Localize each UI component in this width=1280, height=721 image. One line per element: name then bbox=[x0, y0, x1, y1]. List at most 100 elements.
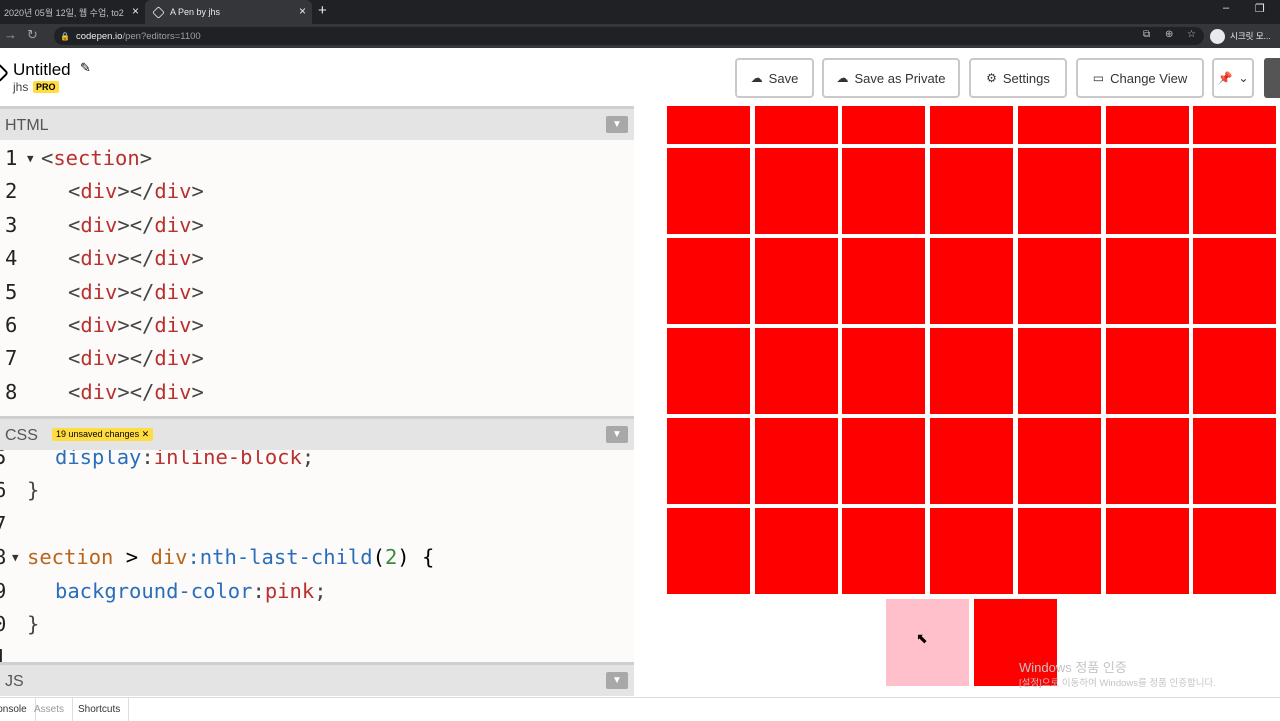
grid-box bbox=[1018, 508, 1101, 594]
address-bar-row: → ↻ 🔒 codepen.io/pen?editors=1100 ⧉ ⊕ ☆ bbox=[0, 24, 1280, 48]
code-text: } bbox=[27, 612, 40, 636]
result-preview[interactable] bbox=[646, 106, 1280, 696]
line-number: 6 bbox=[0, 478, 7, 503]
incognito-icon bbox=[1210, 28, 1225, 44]
css-code-editor[interactable]: 5 display:inline-block; 6} 7 8 ▼ section > div… bbox=[0, 450, 634, 662]
grid-box bbox=[667, 106, 750, 144]
url-path: /pen?editors=1100 bbox=[122, 30, 201, 42]
minimize-icon[interactable]: – bbox=[1223, 2, 1229, 14]
line-number: 8 bbox=[5, 379, 18, 404]
grid-box bbox=[842, 238, 925, 324]
code-text: section > div:nth-last-child(2) { bbox=[27, 545, 435, 570]
zoom-icon[interactable]: ⊕ bbox=[1165, 29, 1173, 40]
windows-activation-text: [설정]으로 이동하여 Windows를 정품 인증합니다. bbox=[1019, 678, 1216, 689]
grid-box bbox=[755, 106, 838, 144]
editors-column: HTML ▼ 1 ▼ <section> 2 <div></div> 3 <div></di… bbox=[0, 106, 634, 696]
grid-box bbox=[1018, 148, 1101, 234]
code-text: } bbox=[27, 478, 40, 503]
translate-icon[interactable]: ⧉ bbox=[1143, 29, 1150, 40]
line-number: 4 bbox=[5, 246, 18, 271]
code-text: <div></div> bbox=[68, 246, 204, 271]
cloud-icon: ☁ bbox=[836, 71, 849, 85]
close-icon[interactable]: × bbox=[132, 4, 139, 18]
grid-box bbox=[755, 418, 838, 504]
pro-badge: PRO bbox=[33, 81, 59, 93]
gear-icon: ⚙ bbox=[986, 71, 997, 85]
grid-box bbox=[930, 418, 1013, 504]
line-number: 9 bbox=[0, 578, 7, 603]
grid-box bbox=[1106, 106, 1189, 144]
line-number: 1 bbox=[0, 645, 7, 662]
html-editor-header[interactable]: HTML ▼ bbox=[0, 106, 634, 140]
close-icon[interactable]: ✕ bbox=[142, 429, 150, 439]
pencil-icon[interactable]: ✎ bbox=[80, 60, 91, 76]
line-number: 7 bbox=[0, 511, 7, 536]
grid-box bbox=[667, 328, 750, 414]
grid-box bbox=[667, 418, 750, 504]
code-text: display:inline-block; bbox=[55, 450, 315, 469]
grid-box bbox=[1193, 148, 1276, 234]
grid-box bbox=[930, 106, 1013, 144]
codepen-icon bbox=[152, 5, 165, 19]
change-view-label: Change View bbox=[1110, 70, 1188, 86]
browser-tab[interactable]: 2020년 05월 12일, 웹 수업, to2 × bbox=[0, 0, 145, 24]
close-icon[interactable]: × bbox=[299, 4, 306, 18]
chevron-down-icon[interactable]: ▼ bbox=[606, 116, 628, 133]
settings-button[interactable]: ⚙ Settings bbox=[969, 58, 1067, 98]
new-tab-icon[interactable]: + bbox=[318, 2, 327, 19]
shortcuts-button[interactable]: Shortcuts bbox=[70, 698, 130, 721]
settings-label: Settings bbox=[1002, 70, 1050, 86]
line-number: 3 bbox=[5, 212, 18, 237]
grid-box bbox=[842, 508, 925, 594]
windows-activation-title: Windows 정품 인증 bbox=[1019, 660, 1127, 675]
url-field[interactable]: 🔒 codepen.io/pen?editors=1100 bbox=[54, 27, 1204, 45]
grid-box bbox=[1106, 418, 1189, 504]
unsaved-changes-badge[interactable]: 19 unsaved changes ✕ bbox=[52, 428, 154, 441]
tab-title: 2020년 05월 12일, 웹 수업, to2 bbox=[4, 7, 124, 18]
code-text: <div></div> bbox=[68, 313, 204, 337]
fold-icon[interactable]: ▼ bbox=[12, 551, 19, 564]
pin-menu-button[interactable]: 📌 ⌄ bbox=[1212, 58, 1254, 98]
avatar[interactable] bbox=[1264, 58, 1280, 98]
pen-title[interactable]: Untitled bbox=[13, 60, 71, 80]
incognito-profile[interactable]: 시크릿 모... bbox=[1210, 27, 1271, 45]
grid-box bbox=[842, 106, 925, 144]
grid-box bbox=[1106, 148, 1189, 234]
change-view-button[interactable]: ▭ Change View bbox=[1076, 58, 1204, 98]
fold-icon[interactable]: ▼ bbox=[27, 152, 34, 165]
grid-box bbox=[1018, 328, 1101, 414]
footer-bar: Console Assets Shortcuts bbox=[0, 697, 1280, 721]
grid-box bbox=[930, 148, 1013, 234]
grid-box bbox=[842, 418, 925, 504]
star-icon[interactable]: ☆ bbox=[1187, 29, 1196, 40]
reload-icon[interactable]: ↻ bbox=[27, 27, 38, 43]
js-editor-header[interactable]: JS ▼ bbox=[0, 662, 634, 696]
line-number: 7 bbox=[5, 346, 18, 371]
layout-icon: ▭ bbox=[1092, 71, 1105, 85]
grid-box bbox=[1193, 106, 1276, 144]
chevron-down-icon[interactable]: ▼ bbox=[606, 672, 628, 689]
forward-icon[interactable]: → bbox=[4, 27, 17, 42]
grid-box bbox=[667, 508, 750, 594]
browser-tab-active[interactable]: A Pen by jhs × bbox=[145, 0, 312, 24]
assets-button[interactable]: Assets bbox=[26, 698, 74, 721]
unsaved-label: 19 unsaved changes bbox=[56, 429, 140, 439]
grid-box bbox=[842, 148, 925, 234]
save-button[interactable]: ☁ Save bbox=[735, 58, 814, 98]
restore-icon[interactable]: ❐ bbox=[1255, 2, 1265, 15]
code-text: <div></div> bbox=[68, 346, 204, 371]
grid-box bbox=[755, 148, 838, 234]
css-editor-header[interactable]: CSS 19 unsaved changes ✕ ▼ bbox=[0, 416, 634, 450]
code-text: <div></div> bbox=[68, 379, 204, 404]
chevron-down-icon[interactable]: ▼ bbox=[606, 426, 628, 443]
save-private-button[interactable]: ☁ Save as Private bbox=[822, 58, 960, 98]
chevron-down-icon: ⌄ bbox=[1238, 71, 1249, 85]
grid-box bbox=[1018, 238, 1101, 324]
html-code-editor[interactable]: 1 ▼ <section> 2 <div></div> 3 <div></div> 4 <div… bbox=[0, 140, 634, 416]
grid-box bbox=[1106, 328, 1189, 414]
grid-box bbox=[930, 508, 1013, 594]
profile-label: 시크릿 모... bbox=[1230, 31, 1271, 41]
line-number: 6 bbox=[5, 313, 18, 337]
author-name[interactable]: jhs bbox=[13, 80, 28, 94]
pin-icon: 📌 bbox=[1217, 71, 1233, 85]
